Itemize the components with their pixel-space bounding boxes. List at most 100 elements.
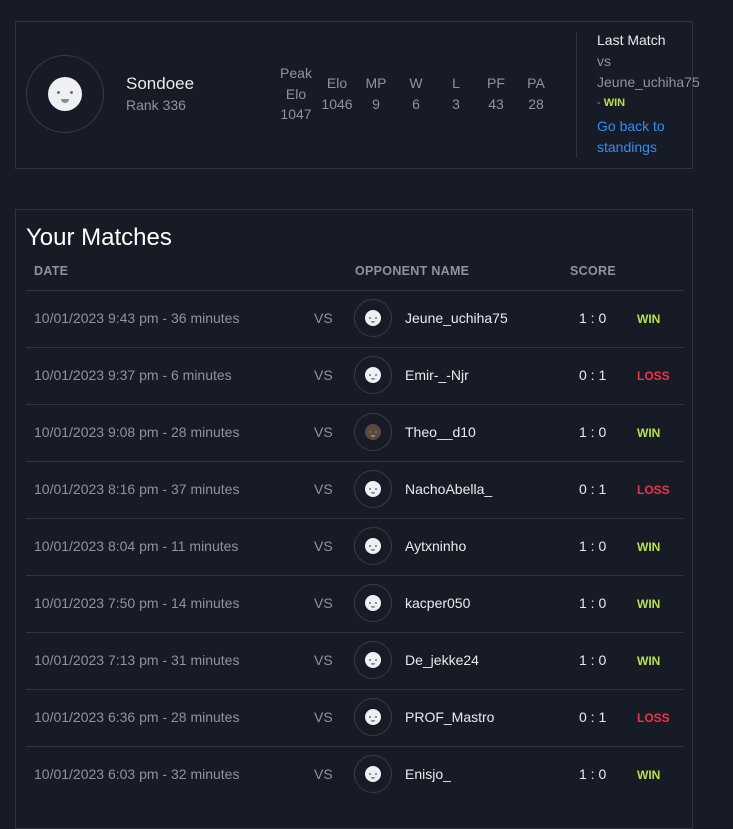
match-score: 1 : 0 xyxy=(579,424,607,440)
last-match-result-badge: WIN xyxy=(603,97,626,109)
match-row: 10/01/2023 7:13 pm - 31 minutes VS De_jekk… xyxy=(26,632,684,689)
match-date: 10/01/2023 9:08 pm - 28 minutes xyxy=(34,424,240,440)
opponent-avatar[interactable] xyxy=(354,299,392,337)
last-match-result-prefix: - xyxy=(597,97,604,109)
stat-label: Peak Elo xyxy=(280,65,312,102)
avatar-face-icon xyxy=(365,766,381,782)
player-name: Sondoee xyxy=(126,74,195,93)
avatar-face-icon xyxy=(48,77,82,111)
match-date: 10/01/2023 6:03 pm - 32 minutes xyxy=(34,766,240,782)
match-result-badge: LOSS xyxy=(637,369,670,383)
match-result-badge: WIN xyxy=(637,540,661,554)
match-result-badge: LOSS xyxy=(637,483,670,497)
back-to-standings-link[interactable]: Go back to standings xyxy=(597,116,697,158)
stat-value: 43 xyxy=(488,95,504,112)
match-row: 10/01/2023 9:37 pm - 6 minutes VS Emir-_-N… xyxy=(26,347,684,404)
avatar-face-icon xyxy=(365,367,381,383)
match-row: 10/01/2023 8:04 pm - 11 minutes VS Aytxnin… xyxy=(26,518,684,575)
column-header-date: DATE xyxy=(34,264,69,278)
stat-label: W xyxy=(409,75,423,91)
stat-points-against: PA 28 xyxy=(521,73,551,114)
opponent-name[interactable]: Aytxninho xyxy=(405,538,466,554)
stat-value: 9 xyxy=(372,95,380,112)
opponent-avatar[interactable] xyxy=(354,413,392,451)
stat-value: 1047 xyxy=(280,106,312,122)
match-result-badge: WIN xyxy=(637,654,661,668)
player-profile-card: Sondoee Rank 336 Peak Elo 1047 Elo 1046 … xyxy=(15,21,700,169)
opponent-avatar[interactable] xyxy=(354,584,392,622)
avatar-face-icon xyxy=(365,538,381,554)
avatar-face-icon xyxy=(365,310,381,326)
match-row: 10/01/2023 7:50 pm - 14 minutes VS kacper0… xyxy=(26,575,684,632)
stat-value: 3 xyxy=(452,95,460,112)
match-score: 1 : 0 xyxy=(579,538,607,554)
player-rank: Rank 336 xyxy=(126,97,186,113)
stat-wins: W 6 xyxy=(401,73,431,114)
match-score: 0 : 1 xyxy=(579,481,607,497)
opponent-name[interactable]: Theo__d10 xyxy=(405,424,476,440)
match-row: 10/01/2023 8:16 pm - 37 minutes VS NachoAb… xyxy=(26,461,684,518)
matches-title: Your Matches xyxy=(26,224,172,251)
match-date: 10/01/2023 9:43 pm - 36 minutes xyxy=(34,310,240,326)
opponent-name[interactable]: De_jekke24 xyxy=(405,652,479,668)
match-row: 10/01/2023 6:03 pm - 32 minutes VS Enisjo_… xyxy=(26,746,684,803)
match-vs: VS xyxy=(314,424,333,440)
avatar-face-icon xyxy=(365,481,381,497)
match-result-badge: LOSS xyxy=(637,711,670,725)
last-match-panel: Last Match vs Jeune_uchiha75 - WIN Go ba… xyxy=(576,32,700,158)
avatar-face-icon xyxy=(365,709,381,725)
opponent-avatar[interactable] xyxy=(354,470,392,508)
opponent-avatar[interactable] xyxy=(354,356,392,394)
stat-peak-elo: Peak Elo 1047 xyxy=(278,63,314,125)
opponent-name[interactable]: Emir-_-Njr xyxy=(405,367,469,383)
match-score: 1 : 0 xyxy=(579,310,607,326)
match-date: 10/01/2023 7:13 pm - 31 minutes xyxy=(34,652,240,668)
match-result-badge: WIN xyxy=(637,426,661,440)
column-header-score: SCORE xyxy=(570,264,616,278)
stat-label: PA xyxy=(527,75,545,91)
opponent-name[interactable]: PROF_Mastro xyxy=(405,709,494,725)
match-vs: VS xyxy=(314,709,333,725)
opponent-name[interactable]: Enisjo_ xyxy=(405,766,451,782)
stat-elo: Elo 1046 xyxy=(319,73,355,114)
avatar-face-icon xyxy=(365,652,381,668)
opponent-avatar[interactable] xyxy=(354,755,392,793)
last-match-opponent: Jeune_uchiha75 xyxy=(597,74,700,90)
match-date: 10/01/2023 9:37 pm - 6 minutes xyxy=(34,367,232,383)
match-date: 10/01/2023 8:04 pm - 11 minutes xyxy=(34,538,239,554)
match-result-badge: WIN xyxy=(637,597,661,611)
match-row: 10/01/2023 6:36 pm - 28 minutes VS PROF_Ma… xyxy=(26,689,684,746)
match-result-badge: WIN xyxy=(637,768,661,782)
stat-label: MP xyxy=(365,75,387,91)
match-date: 10/01/2023 8:16 pm - 37 minutes xyxy=(34,481,240,497)
match-row: 10/01/2023 9:43 pm - 36 minutes VS Jeune_u… xyxy=(26,290,684,347)
stat-label: L xyxy=(452,75,460,91)
opponent-name[interactable]: NachoAbella_ xyxy=(405,481,492,497)
opponent-avatar[interactable] xyxy=(354,527,392,565)
match-vs: VS xyxy=(314,538,333,554)
avatar-face-icon xyxy=(365,595,381,611)
opponent-name[interactable]: Jeune_uchiha75 xyxy=(405,310,508,326)
matches-table: 10/01/2023 9:43 pm - 36 minutes VS Jeune_u… xyxy=(26,290,684,803)
column-header-opponent: OPPONENT NAME xyxy=(355,264,470,278)
stat-mp: MP 9 xyxy=(361,73,391,114)
match-vs: VS xyxy=(314,481,333,497)
stat-label: Elo xyxy=(326,75,348,91)
match-date: 10/01/2023 6:36 pm - 28 minutes xyxy=(34,709,240,725)
opponent-name[interactable]: kacper050 xyxy=(405,595,470,611)
stat-points-for: PF 43 xyxy=(481,73,511,114)
match-score: 1 : 0 xyxy=(579,766,607,782)
match-date: 10/01/2023 7:50 pm - 14 minutes xyxy=(34,595,240,611)
stat-value: 6 xyxy=(412,95,420,112)
last-match-result: - WIN xyxy=(597,97,625,109)
opponent-avatar[interactable] xyxy=(354,641,392,679)
match-vs: VS xyxy=(314,310,333,326)
stat-value: 28 xyxy=(528,95,544,112)
match-score: 0 : 1 xyxy=(579,367,607,383)
stat-value: 1046 xyxy=(321,95,353,112)
match-score: 1 : 0 xyxy=(579,652,607,668)
match-vs: VS xyxy=(314,595,333,611)
avatar-face-icon xyxy=(365,424,381,440)
opponent-avatar[interactable] xyxy=(354,698,392,736)
match-vs: VS xyxy=(314,766,333,782)
